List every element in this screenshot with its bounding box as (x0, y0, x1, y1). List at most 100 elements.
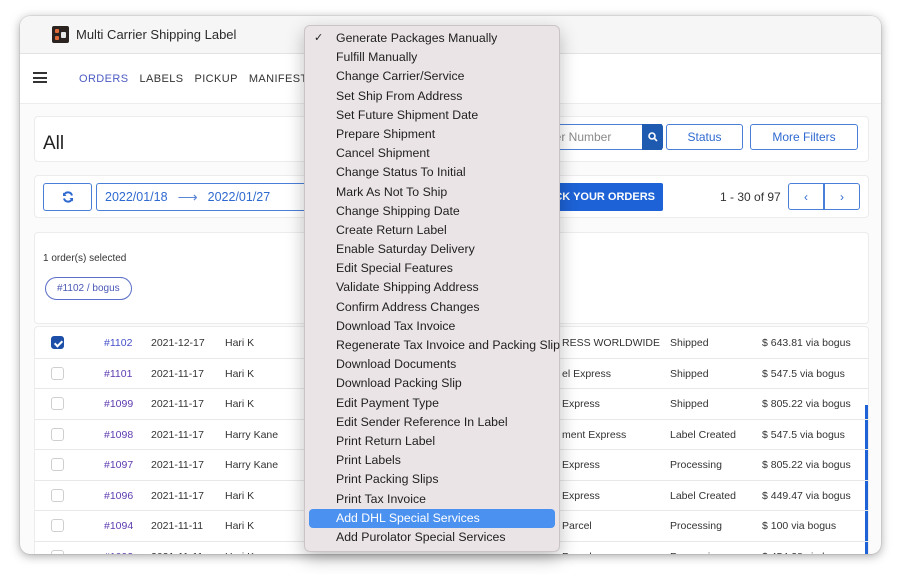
order-number-link[interactable]: #1094 (104, 520, 133, 532)
menu-item-label: Enable Saturday Delivery (336, 242, 475, 257)
prev-page-button[interactable]: ‹ (788, 183, 824, 210)
menu-item[interactable]: Download Packing Slip (309, 374, 555, 393)
arrow-right-icon: ⟶ (177, 188, 198, 205)
nav-tab-orders[interactable]: ORDERS (79, 73, 128, 85)
order-date: 2021-11-17 (151, 398, 204, 410)
pack-your-orders-button[interactable]: ACK YOUR ORDERS (551, 183, 663, 211)
order-date: 2021-11-17 (151, 459, 204, 471)
row-checkbox[interactable] (51, 397, 64, 410)
shipping-service: Express (562, 398, 600, 410)
row-checkbox[interactable] (51, 427, 64, 441)
menu-item[interactable]: Edit Payment Type (309, 394, 555, 413)
order-amount: $ 100 via bogus (762, 520, 837, 532)
menu-item-label: Cancel Shipment (336, 146, 430, 161)
order-number-link[interactable]: #1098 (104, 429, 133, 441)
customer-name: Hari K (225, 367, 255, 380)
order-number-link[interactable]: #1093 (104, 551, 133, 555)
menu-item-label: Print Tax Invoice (336, 491, 426, 506)
date-range-picker[interactable]: 2022/01/18 ⟶ 2022/01/27 (96, 183, 316, 211)
menu-item-label: Download Packing Slip (336, 376, 462, 391)
order-number-link[interactable]: #1102 (104, 337, 132, 349)
pagination-info: 1 - 30 of 97 (720, 190, 781, 204)
order-number-link[interactable]: #1099 (104, 398, 133, 410)
menu-item[interactable]: Fulfill Manually (309, 48, 555, 67)
menu-item-label: Change Status To Initial (336, 165, 466, 180)
menu-item[interactable]: Download Tax Invoice (309, 317, 555, 336)
row-checkbox[interactable] (51, 458, 64, 471)
menu-item-label: Prepare Shipment (336, 126, 436, 141)
nav-tab-pickup[interactable]: PICKUP (194, 73, 237, 85)
order-amount: $ 547.5 via bogus (762, 367, 845, 380)
selected-order-tag[interactable]: #1102 / bogus (45, 277, 132, 300)
menu-item[interactable]: Set Ship From Address (309, 87, 555, 106)
menu-item[interactable]: Edit Special Features (309, 259, 555, 278)
menu-item-label: Edit Sender Reference In Label (336, 414, 508, 429)
menu-item-label: Download Documents (336, 357, 457, 372)
menu-item[interactable]: Regenerate Tax Invoice and Packing Slip (309, 336, 560, 355)
customer-name: Hari K (225, 520, 255, 532)
menu-item[interactable]: Add Purolator Special Services (309, 528, 555, 547)
order-date: 2021-11-17 (151, 428, 204, 441)
order-status: Processing (670, 459, 722, 471)
menu-item[interactable]: Set Future Shipment Date (309, 106, 555, 125)
order-number-link[interactable]: #1101 (104, 368, 132, 380)
refresh-button[interactable] (43, 183, 92, 211)
menu-item[interactable]: Download Documents (309, 355, 555, 374)
order-number-link[interactable]: #1097 (104, 459, 133, 471)
menu-item-label: Add Purolator Special Services (336, 529, 506, 544)
menu-item[interactable]: Print Return Label (309, 432, 555, 451)
menu-item[interactable]: Print Labels (309, 451, 555, 470)
row-checkbox[interactable] (51, 519, 64, 532)
shipping-service: Express (562, 489, 600, 502)
nav-tab-labels[interactable]: LABELS (139, 73, 183, 85)
order-amount: $ 454.28 via bogus (762, 551, 851, 555)
app-title: Multi Carrier Shipping Label (76, 27, 237, 42)
menu-item[interactable]: Edit Sender Reference In Label (309, 413, 555, 432)
order-status: Processing (670, 551, 722, 555)
menu-item-label: Validate Shipping Address (336, 280, 479, 295)
nav-tabs: ORDERS LABELS PICKUP MANIFEST T (79, 73, 326, 85)
menu-item[interactable]: Add DHL Special Services (309, 508, 555, 528)
menu-item[interactable]: Change Carrier/Service (309, 67, 555, 86)
menu-item-label: Mark As Not To Ship (336, 184, 448, 199)
menu-item-label: Set Future Shipment Date (336, 107, 479, 122)
menu-item-label: Print Packing Slips (336, 472, 439, 487)
selected-count-label: 1 order(s) selected (43, 253, 127, 264)
menu-item[interactable]: Confirm Address Changes (309, 298, 555, 317)
menu-item[interactable]: Change Shipping Date (309, 202, 555, 221)
menu-item[interactable]: Prepare Shipment (309, 125, 555, 144)
menu-item[interactable]: Enable Saturday Delivery (309, 240, 555, 259)
customer-name: Harry Kane (225, 459, 279, 471)
menu-item[interactable]: ✓ Generate Packages Manually (309, 29, 555, 48)
order-date: 2021-11-11 (151, 520, 204, 532)
menu-item[interactable]: Print Tax Invoice (309, 490, 555, 509)
shipping-service: Parcel (562, 551, 592, 555)
menu-item-label: Create Return Label (336, 222, 447, 237)
order-date: 2021-11-17 (151, 367, 204, 380)
menu-item-label: Edit Special Features (336, 261, 453, 276)
order-status: Processing (670, 520, 722, 532)
row-checkbox[interactable] (51, 488, 64, 502)
search-button[interactable] (642, 124, 663, 150)
page-title: All (43, 133, 65, 154)
row-checkbox[interactable] (51, 549, 64, 554)
menu-item-label: Edit Payment Type (336, 395, 439, 410)
next-page-button[interactable]: › (824, 183, 860, 210)
menu-item[interactable]: Validate Shipping Address (309, 278, 555, 297)
order-status: Shipped (670, 367, 709, 380)
row-checkbox[interactable] (51, 336, 64, 349)
order-amount: $ 805.22 via bogus (762, 459, 851, 471)
menu-item[interactable]: Print Packing Slips (309, 470, 555, 489)
end-date[interactable]: 2022/01/27 (208, 190, 271, 204)
row-checkbox[interactable] (51, 366, 64, 380)
start-date[interactable]: 2022/01/18 (105, 190, 168, 204)
order-number-link[interactable]: #1096 (104, 490, 133, 502)
menu-item[interactable]: Create Return Label (309, 221, 555, 240)
more-filters-button[interactable]: More Filters (750, 124, 858, 150)
status-filter-button[interactable]: Status (666, 124, 743, 150)
menu-item[interactable]: Change Status To Initial (309, 163, 555, 182)
hamburger-icon[interactable] (33, 72, 47, 83)
menu-item[interactable]: Cancel Shipment (309, 144, 555, 163)
menu-item[interactable]: Mark As Not To Ship (309, 183, 555, 202)
nav-tab-manifest[interactable]: MANIFEST (249, 73, 308, 85)
